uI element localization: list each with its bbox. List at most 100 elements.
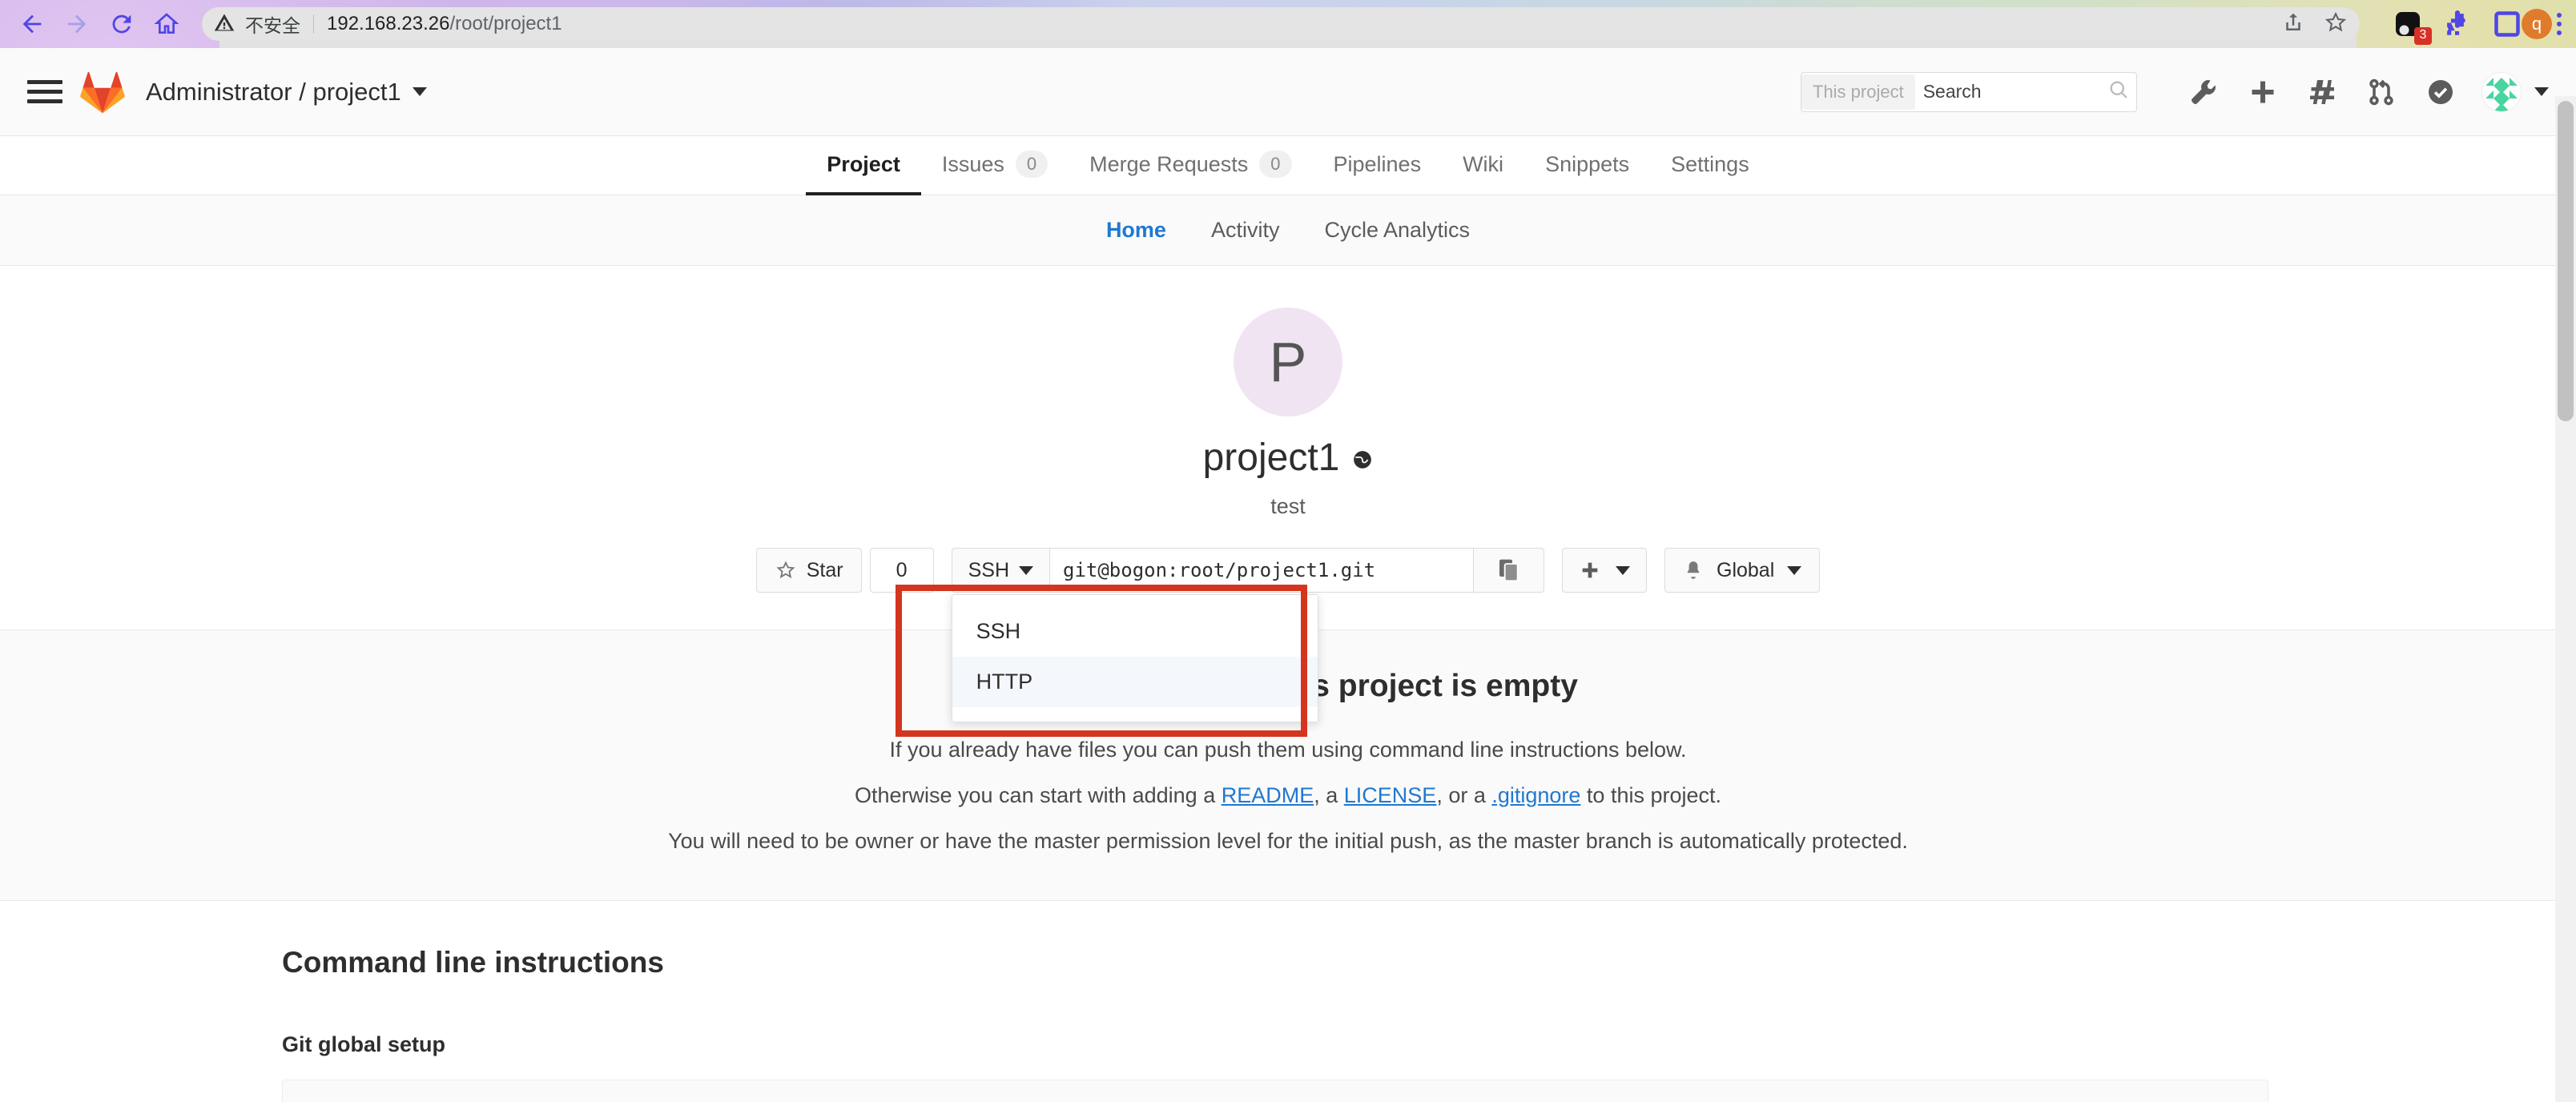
- tab-project[interactable]: Project: [806, 136, 921, 195]
- search-icon[interactable]: [2107, 78, 2130, 105]
- reload-icon[interactable]: [99, 2, 144, 46]
- tab-label: Project: [827, 151, 900, 176]
- omnibox-divider: [313, 14, 314, 34]
- tab-merge-requests[interactable]: Merge Requests 0: [1069, 136, 1312, 195]
- puzzle-piece-icon[interactable]: [2443, 10, 2472, 38]
- bell-icon: [1687, 561, 1700, 579]
- home-icon[interactable]: [144, 2, 189, 46]
- text-fragment: , a: [1314, 783, 1344, 807]
- subnav-home[interactable]: Home: [1106, 218, 1166, 243]
- wrench-icon[interactable]: [2174, 67, 2233, 117]
- chevron-down-icon: [1616, 565, 1630, 575]
- plus-icon[interactable]: [2233, 67, 2292, 117]
- command-line-instructions: Command line instructions Git global set…: [0, 901, 2576, 1102]
- side-panel-icon[interactable]: [2493, 10, 2522, 38]
- tab-label: Merge Requests: [1089, 151, 1249, 176]
- browser-profile-avatar[interactable]: q: [2522, 9, 2552, 39]
- star-count[interactable]: 0: [869, 548, 934, 593]
- text-fragment: Otherwise you can start with adding a: [854, 783, 1222, 807]
- protocol-option-ssh[interactable]: SSH: [952, 606, 1318, 657]
- extension-badge: 3: [2414, 27, 2432, 45]
- back-arrow-icon[interactable]: [10, 2, 54, 46]
- cli-title: Command line instructions: [282, 946, 664, 979]
- empty-repo-line-permission: You will need to be owner or have the ma…: [668, 829, 1908, 853]
- tab-issues[interactable]: Issues 0: [921, 136, 1069, 195]
- notification-setting-button[interactable]: Global: [1664, 548, 1821, 593]
- gitlab-logo-icon[interactable]: [80, 70, 125, 114]
- copy-icon[interactable]: [1474, 548, 1544, 593]
- empty-repo-line-push: If you already have files you can push t…: [889, 738, 1687, 762]
- cli-code-block[interactable]: [282, 1080, 2268, 1102]
- license-link[interactable]: LICENSE: [1344, 783, 1437, 807]
- share-icon[interactable]: [2281, 10, 2305, 38]
- project-name: project1: [1202, 436, 1340, 479]
- star-button[interactable]: Star: [755, 548, 862, 593]
- page-scrollbar[interactable]: [2555, 96, 2576, 1102]
- forward-arrow-icon[interactable]: [54, 2, 99, 46]
- chevron-down-icon: [1019, 565, 1033, 575]
- project-home-panel: P project1 test Star 0 SSH git@bogon:roo…: [0, 266, 2576, 722]
- cli-subtitle: Git global setup: [282, 1032, 446, 1056]
- warning-triangle-icon: [213, 11, 235, 38]
- page-title: project1: [0, 436, 2576, 480]
- project-tabs: Project Issues 0 Merge Requests 0 Pipeli…: [0, 136, 2576, 195]
- notification-label: Global: [1717, 558, 1775, 581]
- empty-repo-line-addfiles: Otherwise you can start with adding a RE…: [0, 783, 2576, 808]
- tab-count: 0: [1259, 151, 1292, 178]
- tab-label: Pipelines: [1333, 151, 1422, 176]
- text-fragment: to this project.: [1580, 783, 1722, 807]
- user-avatar[interactable]: [2481, 71, 2522, 112]
- insecure-label: 不安全: [245, 16, 300, 37]
- merge-request-icon[interactable]: [2352, 67, 2411, 117]
- tab-label: Snippets: [1545, 151, 1630, 176]
- project-sub-nav: Home Activity Cycle Analytics: [0, 195, 2576, 266]
- project-action-bar: Star 0 SSH SSH HTTP: [0, 548, 2576, 722]
- hash-icon[interactable]: [2292, 67, 2352, 117]
- star-icon: [776, 561, 795, 579]
- plus-icon: [1582, 562, 1598, 578]
- tab-label: Wiki: [1463, 151, 1504, 176]
- address-bar[interactable]: 不安全 192.168.23.26/root/project1: [202, 7, 2360, 41]
- tab-settings[interactable]: Settings: [1650, 136, 1770, 195]
- readme-link[interactable]: README: [1222, 783, 1314, 807]
- tab-wiki[interactable]: Wiki: [1442, 136, 1524, 195]
- extension-icon[interactable]: 3: [2393, 10, 2432, 45]
- search-scope-badge[interactable]: This project: [1801, 74, 1915, 110]
- globe-icon: [1352, 436, 1373, 480]
- clone-group: SSH SSH HTTP: [951, 548, 1544, 722]
- gitignore-link[interactable]: .gitignore: [1491, 783, 1580, 807]
- browser-toolbar: 不安全 192.168.23.26/root/project1 3 q: [0, 0, 2576, 48]
- gitlab-navbar: Administrator / project1 This project: [0, 48, 2576, 136]
- clone-protocol-menu: SSH HTTP: [951, 594, 1318, 722]
- hamburger-menu-icon[interactable]: [27, 80, 62, 103]
- add-to-project-button[interactable]: [1562, 548, 1647, 593]
- star-bookmark-icon[interactable]: [2323, 10, 2349, 39]
- chevron-down-icon: [1787, 565, 1802, 575]
- tab-snippets[interactable]: Snippets: [1524, 136, 1650, 195]
- user-menu-chevron-icon[interactable]: [2534, 87, 2549, 96]
- clone-url-input[interactable]: [1049, 548, 1474, 593]
- project-avatar: P: [1234, 308, 1342, 416]
- navbar-right: This project: [1801, 67, 2549, 117]
- tab-count: 0: [1015, 151, 1049, 178]
- url-text: 192.168.23.26/root/project1: [327, 13, 562, 34]
- tab-label: Issues: [941, 151, 1004, 176]
- search-box[interactable]: This project: [1801, 71, 2137, 112]
- tab-pipelines[interactable]: Pipelines: [1313, 136, 1443, 195]
- subnav-activity[interactable]: Activity: [1211, 218, 1280, 243]
- tab-label: Settings: [1671, 151, 1749, 176]
- search-input[interactable]: [1914, 81, 2107, 103]
- scrollbar-thumb[interactable]: [2558, 101, 2574, 421]
- project-description: test: [1270, 494, 1306, 518]
- clone-protocol-dropdown[interactable]: SSH: [951, 548, 1049, 593]
- subnav-cycle-analytics[interactable]: Cycle Analytics: [1324, 218, 1470, 243]
- breadcrumb-label: Administrator / project1: [146, 77, 401, 106]
- three-dot-menu-icon[interactable]: [2552, 8, 2566, 40]
- browser-extension-icons: 3: [2393, 10, 2522, 45]
- breadcrumb[interactable]: Administrator / project1: [146, 78, 427, 107]
- star-label: Star: [806, 558, 843, 581]
- page-viewport: Administrator / project1 This project Se…: [0, 48, 2576, 1102]
- todos-check-icon[interactable]: [2411, 67, 2470, 117]
- clone-protocol-label: SSH: [968, 558, 1009, 581]
- protocol-option-http[interactable]: HTTP: [952, 657, 1318, 707]
